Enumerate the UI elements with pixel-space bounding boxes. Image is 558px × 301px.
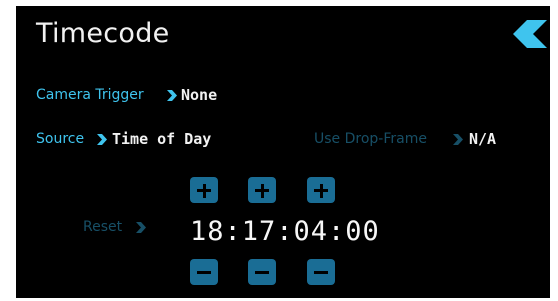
drop-frame-value: N/A: [469, 130, 497, 148]
source-label[interactable]: Source: [36, 131, 84, 147]
minutes-increment-button[interactable]: [248, 177, 276, 203]
timecode-screen: Timecode Camera Trigger None Source Time…: [16, 6, 550, 298]
minutes-decrement-button[interactable]: [248, 259, 276, 285]
source-value: Time of Day: [112, 130, 212, 148]
camera-trigger-value: None: [181, 86, 218, 104]
hours-increment-button[interactable]: [190, 177, 218, 203]
reset-label[interactable]: Reset: [83, 219, 122, 235]
back-button[interactable]: [513, 20, 547, 48]
seconds-decrement-button[interactable]: [307, 259, 335, 285]
chevron-left-icon: [513, 20, 547, 48]
camera-trigger-label[interactable]: Camera Trigger: [36, 87, 144, 103]
chevron-right-icon: [97, 134, 107, 145]
chevron-right-icon: [136, 222, 146, 233]
chevron-right-icon: [167, 90, 177, 101]
page-title: Timecode: [36, 18, 170, 49]
timecode-display: 18:17:04:00: [190, 216, 380, 247]
drop-frame-label: Use Drop-Frame: [314, 131, 427, 147]
chevron-right-icon: [453, 134, 463, 145]
hours-decrement-button[interactable]: [190, 259, 218, 285]
seconds-increment-button[interactable]: [307, 177, 335, 203]
